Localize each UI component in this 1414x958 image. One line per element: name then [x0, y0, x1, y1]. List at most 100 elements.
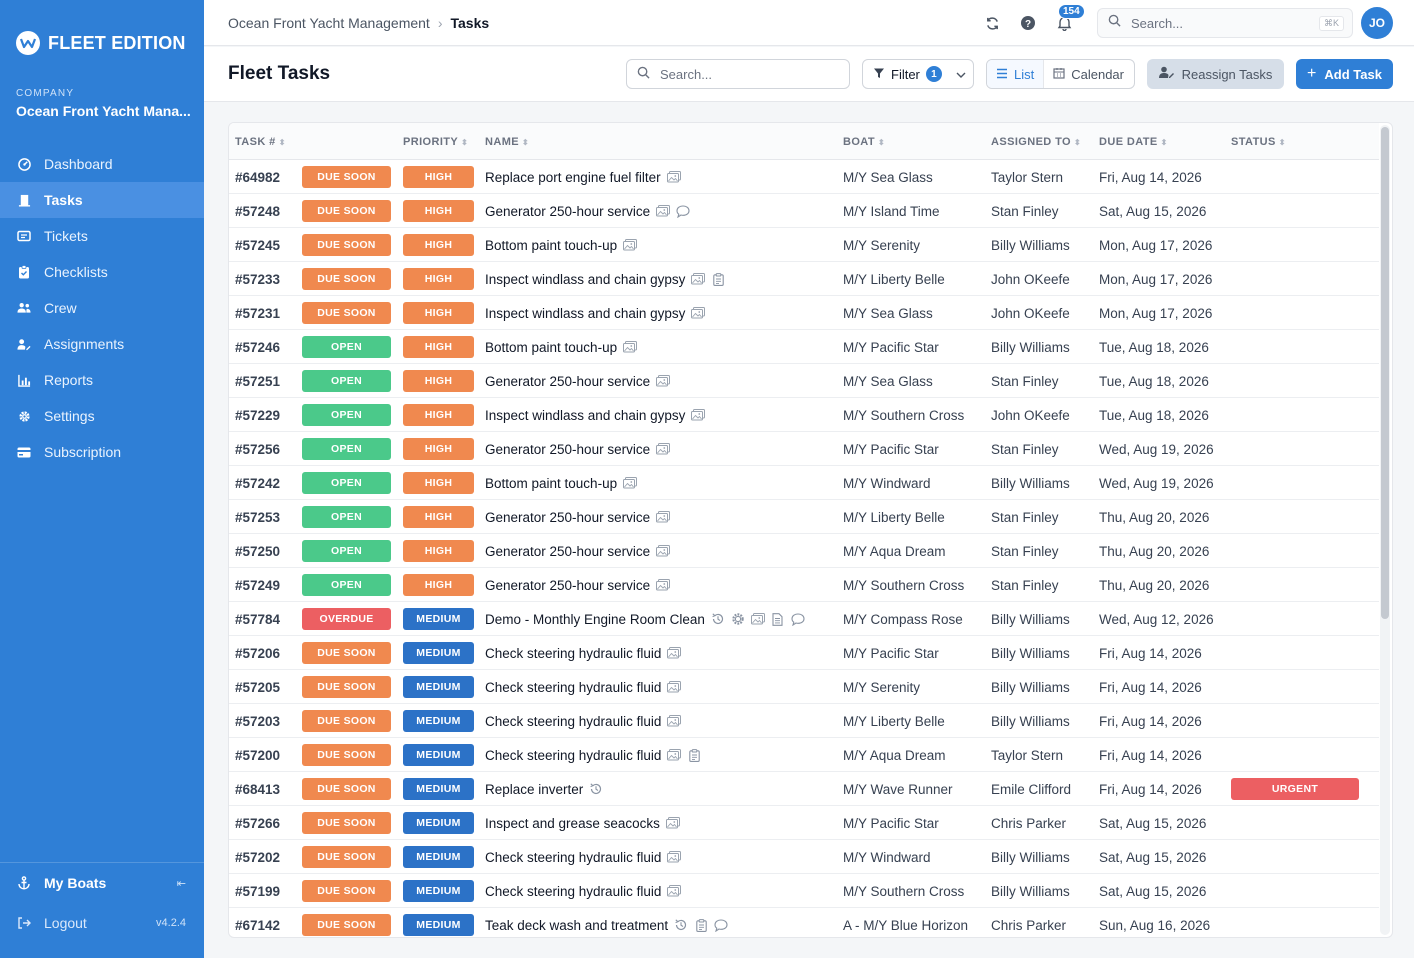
task-name[interactable]: Generator 250-hour service	[485, 374, 650, 389]
column-header-assigned[interactable]: ASSIGNED TO ⬍	[991, 136, 1081, 148]
task-name[interactable]: Check steering hydraulic fluid	[485, 646, 661, 661]
task-name-cell[interactable]: Check steering hydraulic fluid	[485, 840, 682, 874]
task-id[interactable]: #57250	[235, 534, 280, 568]
table-row[interactable]: #57233 DUE SOON HIGH Inspect windlass and c…	[229, 262, 1379, 296]
task-name-cell[interactable]: Inspect windlass and chain gypsy	[485, 398, 706, 432]
task-name[interactable]: Check steering hydraulic fluid	[485, 884, 661, 899]
table-row[interactable]: #57206 DUE SOON MEDIUM Check steering hydra…	[229, 636, 1379, 670]
task-name-cell[interactable]: Generator 250-hour service	[485, 500, 671, 534]
task-name-cell[interactable]: Inspect windlass and chain gypsy	[485, 296, 706, 330]
task-name[interactable]: Generator 250-hour service	[485, 510, 650, 525]
help-icon[interactable]: ?	[1019, 14, 1037, 32]
list-view-button[interactable]: List	[987, 60, 1045, 88]
breadcrumb-parent[interactable]: Ocean Front Yacht Management	[228, 15, 430, 31]
task-id[interactable]: #57200	[235, 738, 280, 772]
task-name[interactable]: Inspect windlass and chain gypsy	[485, 272, 685, 287]
task-name[interactable]: Generator 250-hour service	[485, 204, 650, 219]
table-scrollbar[interactable]	[1380, 125, 1390, 935]
task-id[interactable]: #57253	[235, 500, 280, 534]
user-avatar[interactable]: JO	[1361, 7, 1393, 39]
table-row[interactable]: #57256 OPEN HIGH Generator 250-hour service…	[229, 432, 1379, 466]
task-name-cell[interactable]: Check steering hydraulic fluid	[485, 670, 682, 704]
table-row[interactable]: #64982 DUE SOON HIGH Replace port engine fu…	[229, 160, 1379, 194]
task-id[interactable]: #57248	[235, 194, 280, 228]
task-name[interactable]: Check steering hydraulic fluid	[485, 680, 661, 695]
task-name-cell[interactable]: Inspect windlass and chain gypsy	[485, 262, 725, 296]
task-name[interactable]: Inspect and grease seacocks	[485, 816, 660, 831]
sidebar-item-tickets[interactable]: Tickets	[0, 218, 204, 254]
sidebar-item-settings[interactable]: Settings	[0, 398, 204, 434]
task-id[interactable]: #57266	[235, 806, 280, 840]
task-id[interactable]: #57203	[235, 704, 280, 738]
company-name[interactable]: Ocean Front Yacht Mana...	[16, 103, 196, 119]
column-header-priority[interactable]: PRIORITY ⬍	[403, 136, 468, 148]
refresh-icon[interactable]	[983, 14, 1001, 32]
table-row[interactable]: #57203 DUE SOON MEDIUM Check steering hydra…	[229, 704, 1379, 738]
task-name[interactable]: Generator 250-hour service	[485, 544, 650, 559]
sidebar-item-checklists[interactable]: Checklists	[0, 254, 204, 290]
scrollbar-thumb[interactable]	[1381, 127, 1389, 619]
table-row[interactable]: #57246 OPEN HIGH Bottom paint touch-up M/Y P…	[229, 330, 1379, 364]
task-name-cell[interactable]: Generator 250-hour service	[485, 194, 690, 228]
task-id[interactable]: #57202	[235, 840, 280, 874]
task-name[interactable]: Inspect windlass and chain gypsy	[485, 306, 685, 321]
task-id[interactable]: #57205	[235, 670, 280, 704]
sidebar-item-subscription[interactable]: Subscription	[0, 434, 204, 470]
table-row[interactable]: #57200 DUE SOON MEDIUM Check steering hydra…	[229, 738, 1379, 772]
sidebar-item-assignments[interactable]: Assignments	[0, 326, 204, 362]
task-id[interactable]: #68413	[235, 772, 280, 806]
task-name-cell[interactable]: Inspect and grease seacocks	[485, 806, 680, 840]
task-name[interactable]: Generator 250-hour service	[485, 442, 650, 457]
task-id[interactable]: #57256	[235, 432, 280, 466]
add-task-button[interactable]: + Add Task	[1296, 59, 1393, 89]
task-name[interactable]: Inspect windlass and chain gypsy	[485, 408, 685, 423]
table-row[interactable]: #57784 OVERDUE MEDIUM Demo - Monthly Engine…	[229, 602, 1379, 636]
table-row[interactable]: #57199 DUE SOON MEDIUM Check steering hydra…	[229, 874, 1379, 908]
table-row[interactable]: #68413 DUE SOON MEDIUM Replace inverter M/Y …	[229, 772, 1379, 806]
filter-button[interactable]: Filter 1	[862, 59, 974, 89]
task-name-cell[interactable]: Teak deck wash and treatment	[485, 908, 728, 937]
calendar-view-button[interactable]: Calendar	[1044, 60, 1133, 88]
collapse-icon[interactable]: ⇤	[177, 877, 186, 890]
task-name[interactable]: Check steering hydraulic fluid	[485, 714, 661, 729]
task-name-cell[interactable]: Generator 250-hour service	[485, 568, 671, 602]
task-name-cell[interactable]: Check steering hydraulic fluid	[485, 704, 682, 738]
task-name-cell[interactable]: Bottom paint touch-up	[485, 330, 638, 364]
task-id[interactable]: #57245	[235, 228, 280, 262]
task-name-cell[interactable]: Bottom paint touch-up	[485, 466, 638, 500]
my-boats-link[interactable]: My Boats ⇤	[0, 863, 204, 903]
table-row[interactable]: #57266 DUE SOON MEDIUM Inspect and grease s…	[229, 806, 1379, 840]
task-name[interactable]: Check steering hydraulic fluid	[485, 850, 661, 865]
task-name-cell[interactable]: Bottom paint touch-up	[485, 228, 638, 262]
table-row[interactable]: #57251 OPEN HIGH Generator 250-hour service…	[229, 364, 1379, 398]
task-id[interactable]: #57784	[235, 602, 280, 636]
task-search-input[interactable]: Search...	[626, 59, 850, 89]
task-id[interactable]: #64982	[235, 160, 280, 194]
table-row[interactable]: #57248 DUE SOON HIGH Generator 250-hour ser…	[229, 194, 1379, 228]
table-row[interactable]: #57242 OPEN HIGH Bottom paint touch-up M/Y W…	[229, 466, 1379, 500]
task-name-cell[interactable]: Generator 250-hour service	[485, 432, 671, 466]
task-id[interactable]: #57229	[235, 398, 280, 432]
task-name[interactable]: Bottom paint touch-up	[485, 476, 617, 491]
column-header-due-date[interactable]: DUE DATE ⬍	[1099, 136, 1168, 148]
task-id[interactable]: #67142	[235, 908, 280, 937]
table-row[interactable]: #57253 OPEN HIGH Generator 250-hour service…	[229, 500, 1379, 534]
table-row[interactable]: #57205 DUE SOON MEDIUM Check steering hydra…	[229, 670, 1379, 704]
table-row[interactable]: #57231 DUE SOON HIGH Inspect windlass and c…	[229, 296, 1379, 330]
task-id[interactable]: #57242	[235, 466, 280, 500]
table-row[interactable]: #57229 OPEN HIGH Inspect windlass and chain…	[229, 398, 1379, 432]
task-id[interactable]: #57246	[235, 330, 280, 364]
task-name[interactable]: Bottom paint touch-up	[485, 238, 617, 253]
task-name[interactable]: Teak deck wash and treatment	[485, 918, 668, 933]
column-header-name[interactable]: NAME ⬍	[485, 136, 529, 148]
sidebar-item-reports[interactable]: Reports	[0, 362, 204, 398]
column-header-task[interactable]: TASK # ⬍	[235, 136, 286, 148]
task-name[interactable]: Replace port engine fuel filter	[485, 170, 661, 185]
column-header-boat[interactable]: BOAT ⬍	[843, 136, 885, 148]
task-name-cell[interactable]: Demo - Monthly Engine Room Clean	[485, 602, 805, 636]
task-name-cell[interactable]: Replace inverter	[485, 772, 603, 806]
table-row[interactable]: #67142 DUE SOON MEDIUM Teak deck wash and t…	[229, 908, 1379, 937]
global-search-input[interactable]: Search... ⌘K	[1097, 8, 1353, 38]
task-name[interactable]: Check steering hydraulic fluid	[485, 748, 661, 763]
task-id[interactable]: #57199	[235, 874, 280, 908]
